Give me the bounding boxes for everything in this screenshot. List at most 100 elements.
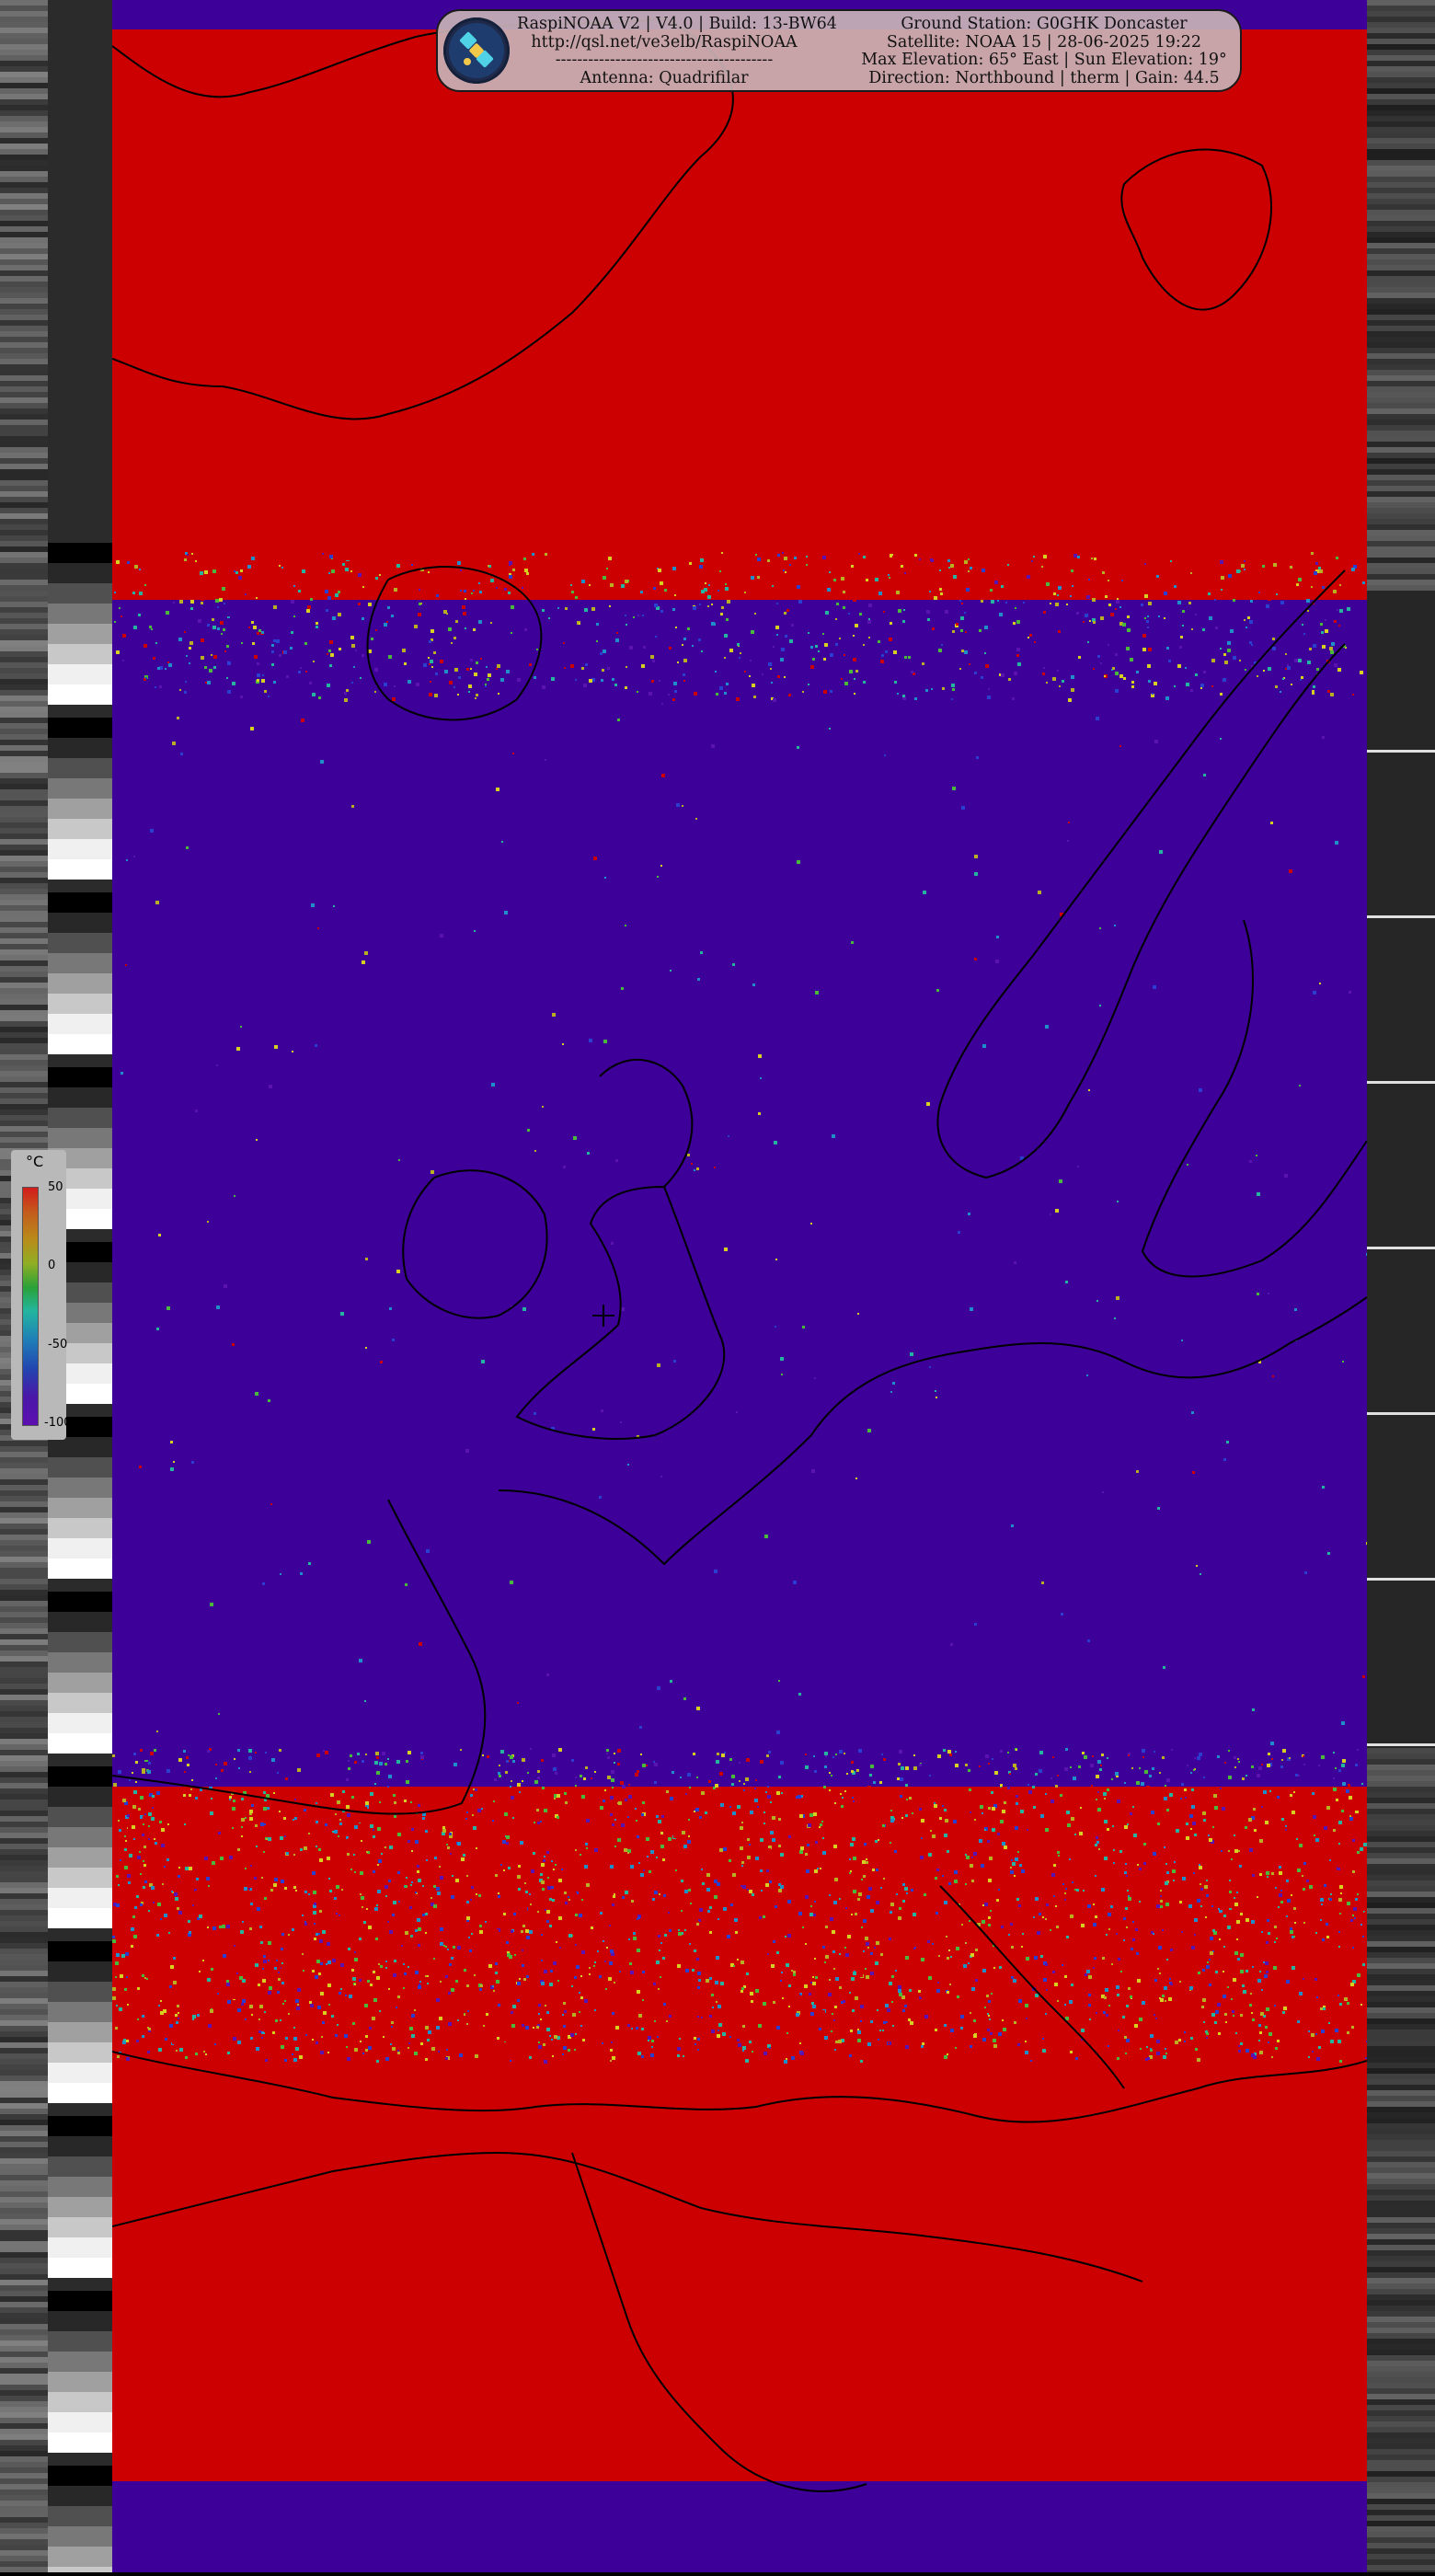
- noise-dot: [245, 2018, 247, 2020]
- noise-stripe: [0, 2374, 48, 2379]
- noise-stripe: [0, 2329, 48, 2335]
- noise-dot: [834, 2049, 836, 2051]
- noise-dot: [563, 1166, 566, 1168]
- noise-dot: [695, 1808, 699, 1811]
- noise-dot: [1193, 2028, 1197, 2031]
- noise-dot: [1280, 1765, 1283, 1768]
- noise-dot: [351, 682, 353, 684]
- noise-dot: [749, 1844, 751, 1846]
- noise-dot: [1086, 1970, 1090, 1973]
- noise-dot: [122, 1799, 126, 1802]
- noise-dot: [1357, 1851, 1360, 1854]
- noise-dot: [831, 2030, 832, 2032]
- noise-dot: [187, 1764, 189, 1766]
- noise-dot: [549, 1898, 552, 1901]
- noise-dot: [791, 1818, 793, 1820]
- noise-dot: [878, 640, 880, 643]
- noise-dot: [955, 1887, 957, 1889]
- noise-dot: [404, 1809, 406, 1811]
- noise-dot: [943, 1749, 946, 1752]
- noise-dot: [1013, 1971, 1015, 1972]
- noise-stripe: [0, 1573, 48, 1579]
- noise-stripe: [1367, 1980, 1435, 1985]
- noise-dot: [1303, 1978, 1304, 1980]
- noise-dot: [318, 696, 321, 699]
- noise-dot: [129, 566, 131, 568]
- noise-dot: [212, 626, 216, 629]
- noise-dot: [987, 696, 991, 699]
- noise-dot: [503, 1939, 505, 1941]
- noise-stripe: [1367, 254, 1435, 259]
- noise-dot: [993, 1967, 995, 1969]
- noise-dot: [1311, 2033, 1314, 2037]
- noise-dot: [1209, 1959, 1211, 1961]
- noise-dot: [144, 644, 147, 648]
- project-url: http://qsl.net/ve3elb/RaspiNOAA: [531, 32, 798, 52]
- noise-dot: [386, 621, 388, 623]
- noise-stripe: [1367, 2432, 1435, 2438]
- noise-dot: [373, 1998, 377, 2002]
- noise-dot: [1176, 1829, 1179, 1833]
- noise-dot: [448, 2022, 452, 2026]
- noise-dot: [134, 1906, 137, 1909]
- noise-dot: [1203, 2021, 1205, 2023]
- noise-dot: [1080, 1807, 1082, 1809]
- noise-stripe: [0, 1628, 48, 1634]
- noise-stripe: [0, 2473, 48, 2478]
- noise-dot: [190, 600, 194, 604]
- noise-dot: [170, 1441, 173, 1443]
- noise-dot: [656, 1815, 659, 1818]
- noise-dot: [982, 1920, 985, 1924]
- noise-dot: [653, 587, 656, 590]
- noise-dot: [551, 1886, 554, 1889]
- noise-stripe: [1367, 1759, 1435, 1765]
- noise-dot: [672, 567, 676, 570]
- noise-dot: [546, 1910, 550, 1914]
- noise-dot: [1338, 1821, 1342, 1824]
- noise-dot: [143, 1816, 145, 1819]
- noise-dot: [180, 753, 183, 755]
- noise-dot: [735, 1931, 738, 1934]
- noise-dot: [627, 1903, 631, 1907]
- noise-dot: [989, 1857, 993, 1860]
- gray-wedge: [48, 2156, 112, 2177]
- noise-dot: [736, 697, 740, 701]
- noise-dot: [522, 2024, 524, 2027]
- noise-dot: [739, 1780, 740, 1782]
- noise-dot: [1215, 2010, 1219, 2014]
- noise-dot: [339, 648, 341, 650]
- noise-stripe: [1367, 546, 1435, 552]
- noise-dot: [867, 620, 871, 624]
- noise-dot: [1211, 2013, 1215, 2017]
- noise-dot: [637, 1835, 639, 1838]
- noise-dot: [952, 630, 955, 633]
- noise-dot: [222, 587, 225, 591]
- noise-dot: [260, 1941, 263, 1944]
- noise-dot: [331, 569, 335, 573]
- noise-dot: [1071, 569, 1073, 572]
- noise-dot: [1185, 1797, 1187, 1799]
- noise-dot: [1282, 678, 1284, 680]
- noise-dot: [776, 1951, 779, 1954]
- noise-dot: [615, 638, 619, 642]
- noise-dot: [1335, 841, 1338, 845]
- noise-dot: [201, 597, 204, 601]
- noise-stripe: [0, 1938, 48, 1943]
- noise-dot: [611, 1770, 614, 1774]
- noise-dot: [1285, 653, 1287, 655]
- noise-stripe: [0, 33, 48, 39]
- noise-dot: [1298, 1775, 1300, 1777]
- noise-stripe: [1367, 2074, 1435, 2079]
- noise-dot: [1055, 1209, 1059, 1213]
- noise-dot: [1030, 2060, 1032, 2062]
- noise-dot: [1258, 592, 1260, 593]
- noise-dot: [443, 1945, 445, 1947]
- noise-dot: [905, 2045, 909, 2049]
- noise-dot: [164, 1866, 166, 1868]
- noise-dot: [985, 664, 989, 668]
- noise-dot: [1116, 1933, 1118, 1935]
- noise-stripe: [0, 171, 48, 177]
- noise-dot: [1269, 1790, 1271, 1792]
- noise-stripe: [1367, 110, 1435, 116]
- noise-dot: [1286, 1915, 1288, 1917]
